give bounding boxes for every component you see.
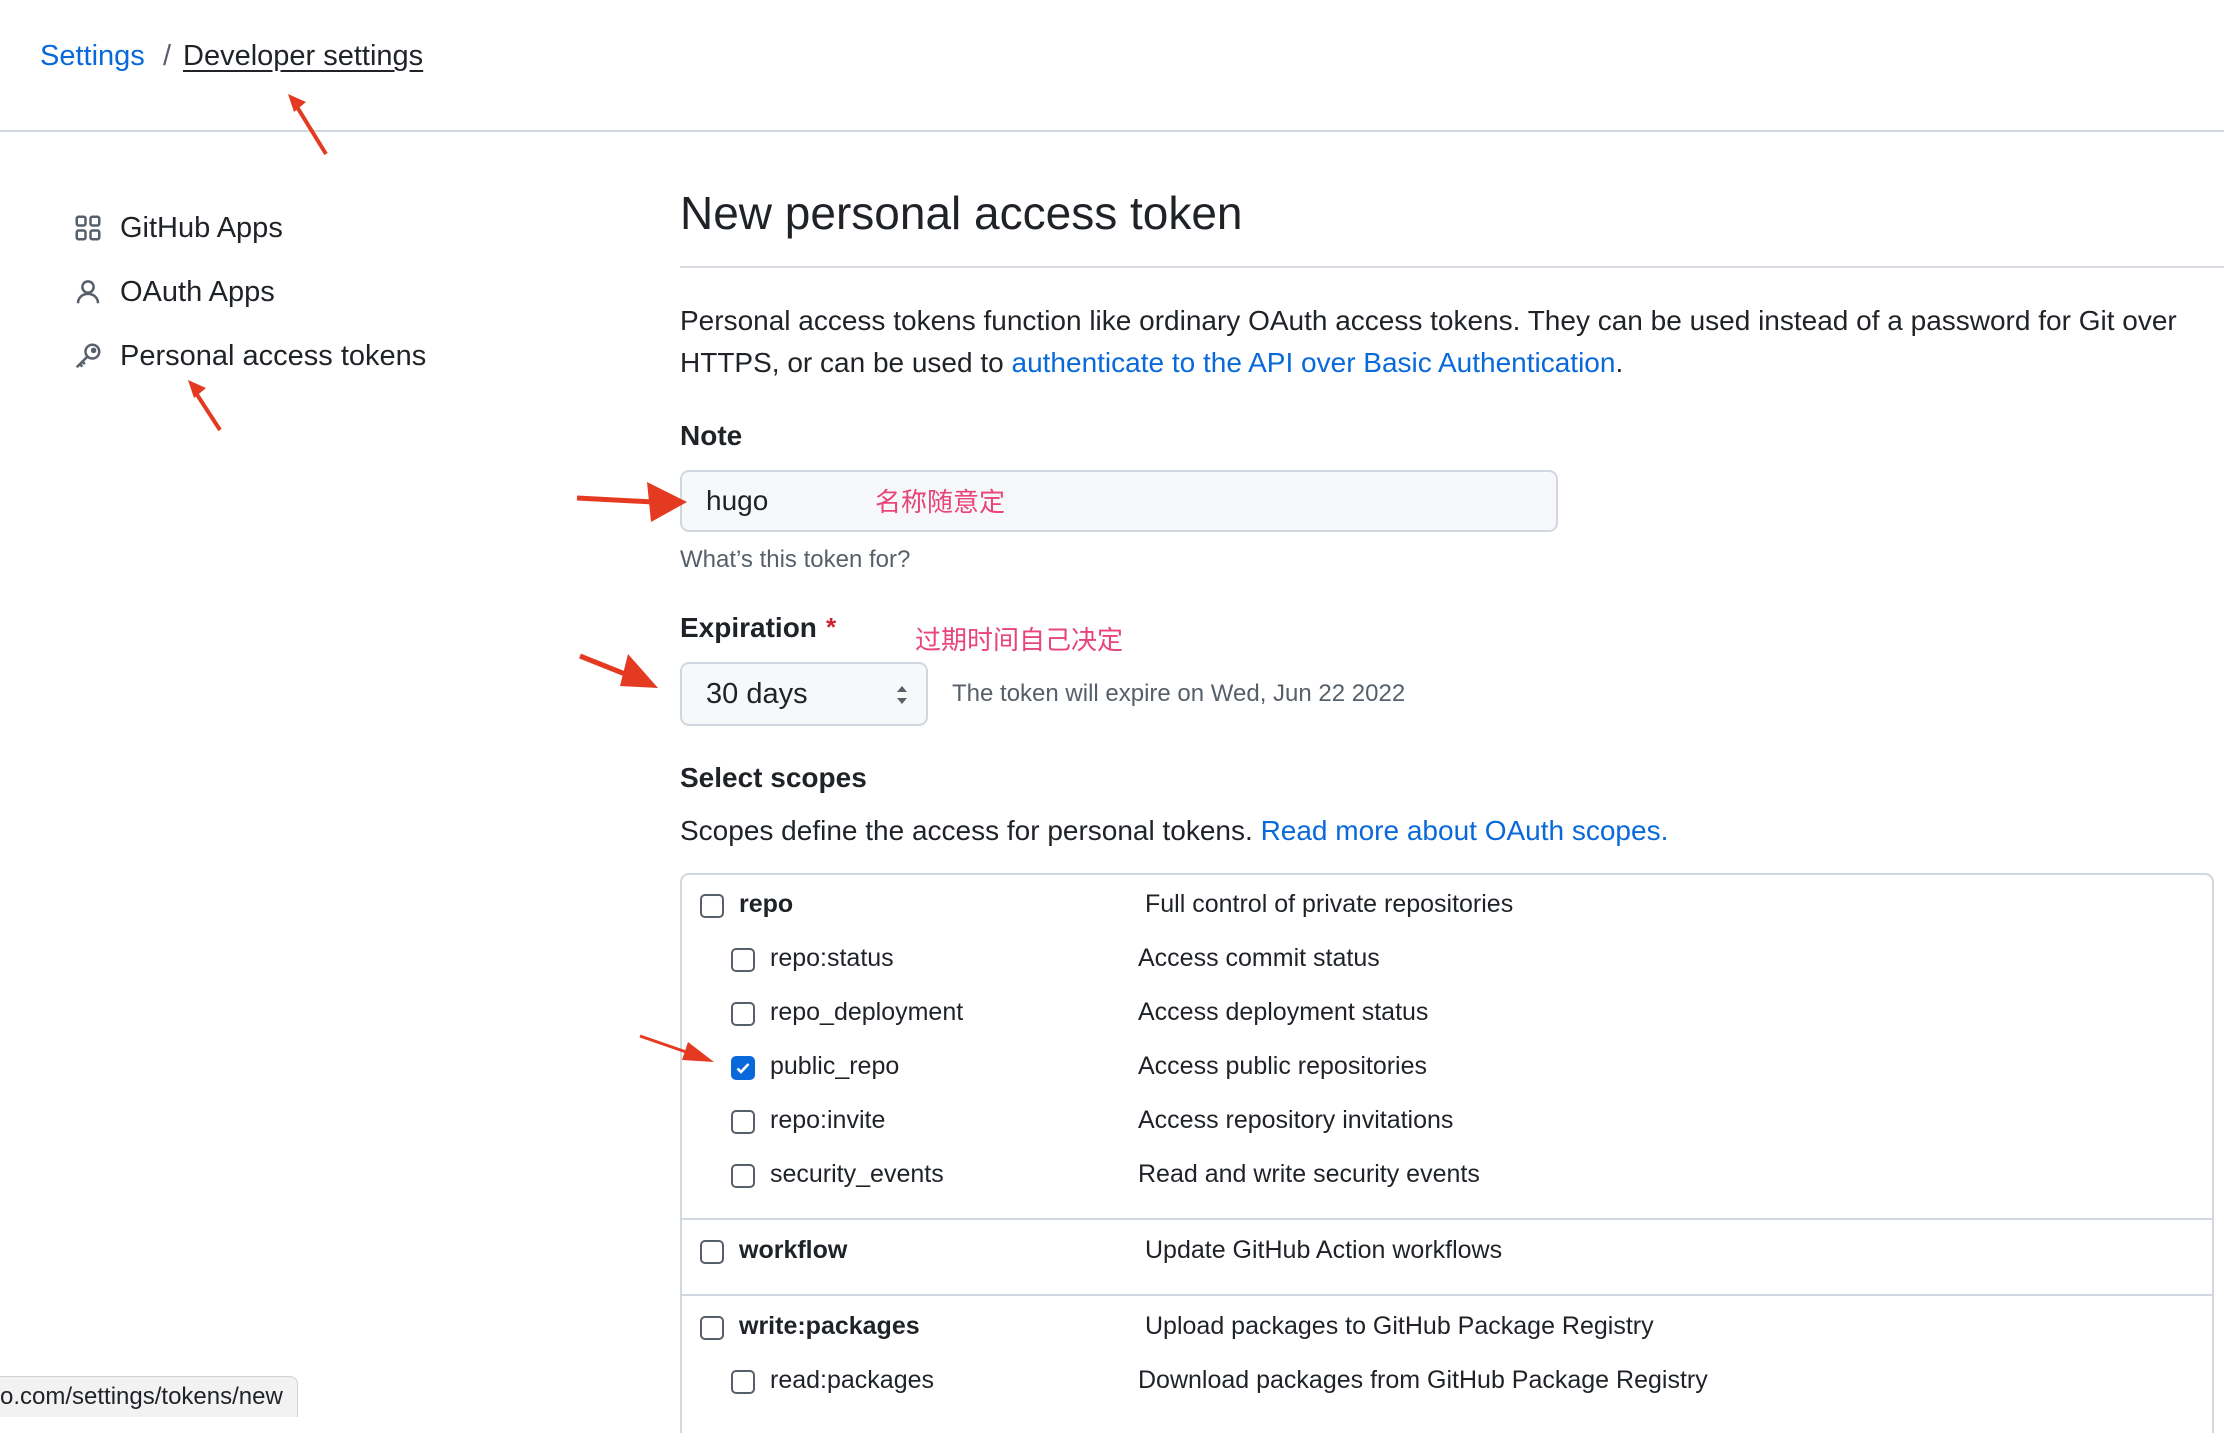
scope-name: repo_deployment [770, 998, 964, 1026]
sidebar-item-label: GitHub Apps [120, 211, 283, 244]
scope-group-divider [680, 1218, 2214, 1220]
scope-checkbox[interactable] [731, 1056, 755, 1080]
annotation-arrow-icon [579, 653, 658, 688]
select-arrows-icon [894, 682, 910, 716]
breadcrumb-separator: / [163, 40, 172, 72]
basic-auth-link[interactable]: authenticate to the API over Basic Authe… [1012, 347, 1616, 378]
scope-checkbox[interactable] [731, 1002, 755, 1026]
scope-description: Full control of private repositories [1145, 890, 1514, 918]
sidebar-item-github-apps[interactable]: GitHub Apps [70, 206, 283, 250]
status-bar-url: o.com/settings/tokens/new [0, 1376, 298, 1417]
scopes-description: Scopes define the access for personal to… [680, 815, 1668, 847]
scope-description: Access public repositories [1138, 1052, 1428, 1080]
scope-checkbox[interactable] [731, 1110, 755, 1134]
scope-name: public_repo [770, 1052, 900, 1080]
scope-group-divider [680, 1294, 2214, 1296]
scopes-label: Select scopes [680, 762, 867, 793]
scope-name: write:packages [739, 1312, 920, 1340]
scope-name: repo:status [770, 944, 894, 972]
scope-name: read:packages [770, 1366, 935, 1394]
note-label: Note [680, 420, 743, 451]
expiration-annotation: 过期时间自己决定 [915, 625, 1124, 655]
intro-end: . [1615, 347, 1624, 378]
scope-checkbox[interactable] [700, 894, 724, 918]
apps-grid-icon [70, 210, 106, 246]
breadcrumb-settings-link[interactable]: Settings [40, 40, 145, 73]
note-input[interactable] [680, 470, 1558, 532]
annotation-arrow-icon [639, 1034, 714, 1062]
intro-paragraph: Personal access tokens function like ord… [680, 300, 2200, 384]
annotation-arrow-icon [576, 482, 687, 522]
scope-description: Access commit status [1138, 944, 1380, 972]
scope-name: repo [739, 890, 794, 918]
breadcrumb-developer-settings-link[interactable]: Developer settings [183, 40, 423, 73]
scope-description: Download packages from GitHub Package Re… [1138, 1366, 1708, 1394]
person-icon [70, 274, 106, 310]
note-help-text: What’s this token for? [680, 546, 911, 573]
scope-checkbox[interactable] [700, 1240, 724, 1264]
scope-name: workflow [739, 1236, 848, 1264]
page-title: New personal access token [680, 187, 1243, 239]
sidebar-item-label: Personal access tokens [120, 339, 427, 372]
scope-description: Read and write security events [1138, 1160, 1480, 1188]
required-mark: * [826, 612, 837, 642]
oauth-scopes-link[interactable]: Read more about OAuth scopes. [1261, 815, 1669, 846]
scope-name: repo:invite [770, 1106, 886, 1134]
scopes-table [680, 873, 2214, 1433]
checkmark-icon [736, 1063, 750, 1074]
sidebar-item-label: OAuth Apps [120, 275, 275, 308]
scope-description: Update GitHub Action workflows [1145, 1236, 1503, 1264]
sidebar-item-oauth-apps[interactable]: OAuth Apps [70, 270, 275, 314]
expiration-label: Expiration [680, 612, 817, 643]
scope-checkbox[interactable] [731, 1370, 755, 1394]
annotation-arrow-icon [288, 94, 328, 156]
scope-description: Upload packages to GitHub Package Regist… [1145, 1312, 1654, 1340]
scope-description: Access deployment status [1138, 998, 1429, 1026]
scope-checkbox[interactable] [731, 948, 755, 972]
scopes-description-text: Scopes define the access for personal to… [680, 815, 1261, 846]
expiration-select[interactable]: 30 days [680, 662, 928, 726]
title-divider [680, 266, 2224, 268]
annotation-arrow-icon [188, 380, 222, 432]
sidebar-item-personal-access-tokens[interactable]: Personal access tokens [70, 334, 426, 378]
key-icon [70, 338, 106, 374]
scope-description: Access repository invitations [1138, 1106, 1454, 1134]
scope-checkbox[interactable] [731, 1164, 755, 1188]
expiration-note: The token will expire on Wed, Jun 22 202… [952, 680, 1406, 707]
scope-name: security_events [770, 1160, 944, 1188]
note-annotation: 名称随意定 [875, 487, 1006, 517]
scope-checkbox[interactable] [700, 1316, 724, 1340]
expiration-selected-value: 30 days [706, 677, 808, 710]
